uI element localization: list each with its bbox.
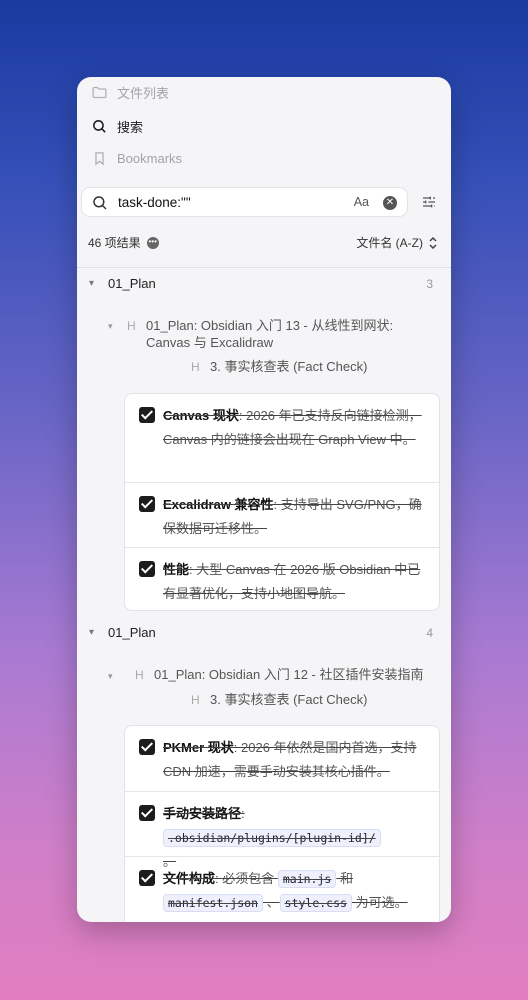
nav-files-label: 文件列表 — [117, 86, 170, 101]
task-item[interactable]: Canvas 现状: 2026 年已支持反向链接检测，Canvas 内的链接会出… — [125, 394, 439, 483]
heading-text: 01_Plan: Obsidian 入门 12 - 社区插件安装指南 — [154, 667, 424, 682]
result-card: PKMer 现状: 2026 年依然是国内首选，支持 CDN 加速，需要手动安装… — [124, 725, 440, 922]
chevron-down-icon[interactable]: ▾ — [89, 627, 99, 638]
heading-result[interactable]: H 01_Plan: Obsidian 入门 13 - 从线性到网状: Canv… — [127, 317, 427, 351]
task-text: : — [241, 806, 245, 821]
heading-icon: H — [135, 668, 144, 682]
subheading-result[interactable]: H 3. 事实核查表 (Fact Check) — [191, 358, 367, 375]
checkbox-checked[interactable] — [139, 870, 155, 886]
nav-search[interactable]: 搜索 — [91, 117, 143, 136]
task-text: 、 — [263, 895, 280, 910]
sort-label: 文件名 (A-Z) — [356, 236, 423, 250]
subheading-text: 3. 事实核查表 (Fact Check) — [210, 359, 368, 374]
folder-icon — [92, 86, 107, 99]
file-group-header[interactable]: ▾ 01_Plan 3 — [89, 276, 433, 291]
search-icon — [93, 196, 107, 210]
task-item[interactable]: 手动安装路径: .obsidian/plugins/[plugin-id]/ 。 — [125, 792, 439, 869]
sort-dropdown[interactable]: 文件名 (A-Z) — [356, 234, 437, 251]
checkbox-checked[interactable] — [139, 739, 155, 755]
checkbox-checked[interactable] — [139, 496, 155, 512]
checkbox-checked[interactable] — [139, 407, 155, 423]
task-bold: 文件构成 — [163, 871, 216, 886]
inline-code: .obsidian/plugins/[plugin-id]/ — [163, 829, 381, 847]
search-panel: 文件列表 搜索 Bookmarks task-done:"" Aa ✕ 46 项… — [77, 77, 451, 922]
inline-code: manifest.json — [163, 894, 264, 912]
inline-code: main.js — [277, 870, 337, 888]
nav-files[interactable]: 文件列表 — [91, 83, 169, 102]
subheading-result[interactable]: H 3. 事实核查表 (Fact Check) — [191, 691, 367, 708]
search-icon — [93, 120, 106, 133]
task-item[interactable]: 性能: 大型 Canvas 在 2026 版 Obsidian 中已有显著优化，… — [125, 548, 439, 610]
heading-text-line2: Canvas 与 Excalidraw — [146, 335, 274, 350]
nav-bookmarks[interactable]: Bookmarks — [91, 150, 182, 167]
task-text: : 必须包含 — [215, 871, 278, 886]
search-settings-icon[interactable] — [421, 194, 437, 210]
file-group-header[interactable]: ▾ 01_Plan 4 — [89, 625, 433, 640]
checkbox-checked[interactable] — [139, 561, 155, 577]
inline-code: style.css — [279, 894, 352, 912]
file-name: 01_Plan — [108, 625, 156, 640]
task-item[interactable]: PKMer 现状: 2026 年依然是国内首选，支持 CDN 加速，需要手动安装… — [125, 726, 439, 792]
result-count: 46 项结果 ••• — [88, 234, 159, 251]
heading-result[interactable]: H 01_Plan: Obsidian 入门 12 - 社区插件安装指南 — [135, 666, 423, 683]
result-count-label: 46 项结果 — [88, 236, 141, 250]
more-options-icon[interactable]: ••• — [146, 236, 159, 249]
task-bold: Canvas 现状 — [163, 408, 239, 423]
nav-search-label: 搜索 — [117, 120, 144, 135]
file-name: 01_Plan — [108, 276, 156, 291]
task-item[interactable]: Excalidraw 兼容性: 支持导出 SVG/PNG，确保数据可迁移性。 — [125, 483, 439, 548]
heading-text-line1: 01_Plan: Obsidian 入门 13 - 从线性到网状: — [146, 318, 394, 333]
result-card: Canvas 现状: 2026 年已支持反向链接检测，Canvas 内的链接会出… — [124, 393, 440, 611]
task-text: 为可选。 — [351, 895, 408, 910]
task-bold: 手动安装路径 — [163, 806, 242, 821]
bookmark-icon — [95, 152, 104, 166]
divider — [77, 267, 451, 268]
nav-bookmarks-label: Bookmarks — [117, 151, 183, 166]
task-bold: 性能 — [163, 562, 190, 577]
heading-icon: H — [191, 693, 200, 707]
heading-icon: H — [127, 319, 136, 333]
search-input[interactable]: task-done:"" Aa ✕ — [81, 187, 408, 217]
task-text: 和 — [336, 871, 353, 886]
checkbox-checked[interactable] — [139, 805, 155, 821]
match-count: 4 — [426, 625, 433, 640]
heading-icon: H — [191, 360, 200, 374]
chevron-up-down-icon — [429, 236, 437, 249]
task-item[interactable]: 文件构成: 必须包含 main.js 和 manifest.json 、 styl… — [125, 857, 439, 922]
match-case-button[interactable]: Aa — [354, 195, 369, 209]
chevron-down-icon[interactable]: ▾ — [108, 671, 113, 682]
chevron-down-icon[interactable]: ▾ — [108, 321, 113, 332]
subheading-text: 3. 事实核查表 (Fact Check) — [210, 692, 368, 707]
match-count: 3 — [426, 276, 433, 291]
task-bold: PKMer 现状 — [163, 740, 234, 755]
task-text: : 大型 Canvas 在 2026 版 Obsidian 中已有显著优化，支持… — [163, 562, 421, 601]
clear-search-icon[interactable]: ✕ — [383, 196, 397, 210]
task-bold: Excalidraw 兼容性 — [163, 497, 274, 512]
chevron-down-icon[interactable]: ▾ — [89, 278, 99, 289]
search-query[interactable]: task-done:"" — [118, 195, 191, 210]
